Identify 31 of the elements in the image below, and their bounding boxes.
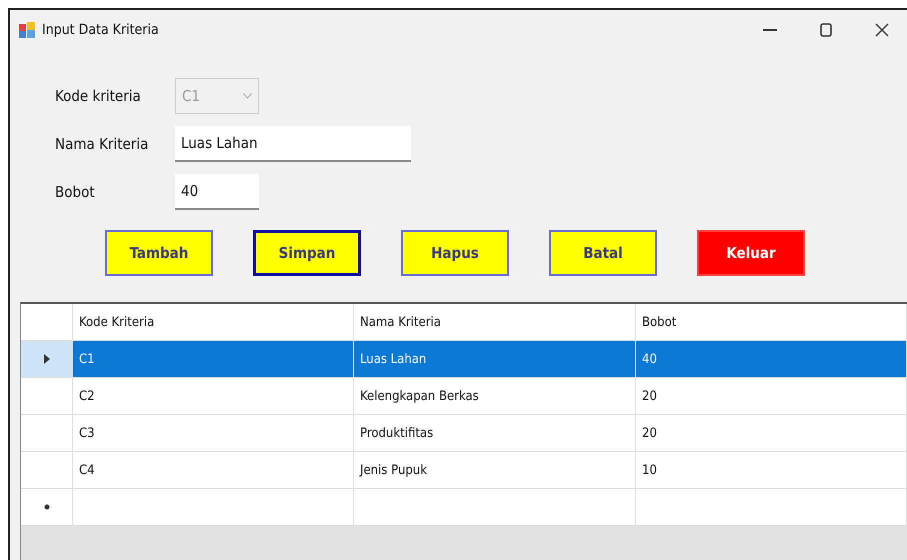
action-button[interactable]: Simpan xyxy=(253,230,361,276)
window-title: Input Data Kriteria xyxy=(42,22,160,38)
minimize-icon xyxy=(763,29,777,31)
input-field[interactable]: Luas Lahan xyxy=(175,126,411,162)
table-cell: Produktifitas xyxy=(354,415,636,451)
action-button[interactable]: Batal xyxy=(549,230,657,276)
row-header[interactable] xyxy=(21,341,73,377)
table-cell: 20 xyxy=(636,378,907,414)
table-cell: 40 xyxy=(636,341,907,377)
table-cell: Luas Lahan xyxy=(354,341,636,377)
table-cell: C1 xyxy=(73,341,354,377)
input-field[interactable]: 40 xyxy=(175,174,259,210)
app-icon xyxy=(18,21,36,39)
maximize-icon xyxy=(820,23,832,37)
close-icon xyxy=(875,23,889,37)
table-cell: 10 xyxy=(636,452,907,488)
table-cell: C4 xyxy=(73,452,354,488)
table-cell: Jenis Pupuk xyxy=(354,452,636,488)
action-button[interactable]: Keluar xyxy=(697,230,805,276)
current-row-icon xyxy=(44,354,50,364)
action-button[interactable]: Hapus xyxy=(401,230,509,276)
table-cell: 20 xyxy=(636,415,907,451)
table-cell: C3 xyxy=(73,415,354,451)
table-cell: Kelengkapan Berkas xyxy=(354,378,636,414)
field-label: Nama Kriteria xyxy=(55,135,150,153)
field-label: Bobot xyxy=(55,183,96,201)
dropdown-icon xyxy=(243,93,252,99)
action-button[interactable]: Tambah xyxy=(105,230,213,276)
field-label: Kode kriteria xyxy=(55,87,142,105)
new-row-icon xyxy=(44,504,50,510)
table-cell: C2 xyxy=(73,378,354,414)
